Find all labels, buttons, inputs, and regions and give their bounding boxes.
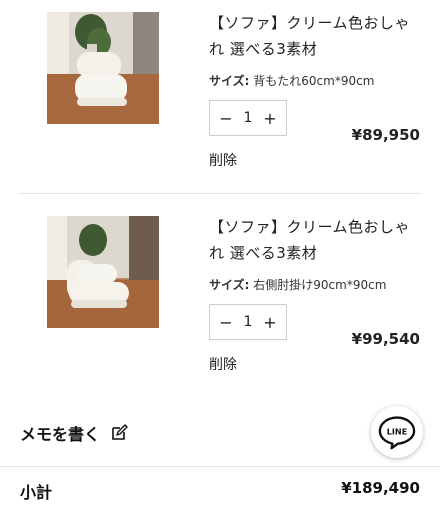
decrease-quantity-button[interactable]: − — [218, 313, 234, 332]
quantity-stepper: − 1 + — [209, 100, 287, 136]
remove-button[interactable]: 削除 — [209, 354, 237, 374]
sofa-backrest-photo — [47, 12, 159, 124]
increase-quantity-button[interactable]: + — [262, 313, 278, 332]
variant-label: サイズ: — [209, 278, 250, 292]
product-image[interactable] — [47, 216, 159, 328]
summary-divider — [0, 466, 440, 467]
product-title[interactable]: 【ソファ】クリーム色おしゃれ 選べる3素材 — [209, 214, 419, 266]
quantity-value[interactable]: 1 — [244, 314, 253, 330]
subtotal-value: ¥189,490 — [341, 479, 420, 497]
cart-item: 【ソファ】クリーム色おしゃれ 選べる3素材 サイズ: 右側肘掛け90cm*90c… — [0, 194, 440, 388]
variant-info: サイズ: 右側肘掛け90cm*90cm — [209, 276, 386, 293]
product-image[interactable] — [47, 12, 159, 124]
line-chat-icon: LINE — [378, 416, 416, 450]
product-title[interactable]: 【ソファ】クリーム色おしゃれ 選べる3素材 — [209, 10, 419, 62]
decrease-quantity-button[interactable]: − — [218, 109, 234, 128]
variant-label: サイズ: — [209, 74, 250, 88]
variant-value: 背もたれ60cm*90cm — [253, 74, 375, 88]
subtotal-label: 小計 — [20, 483, 53, 502]
variant-value: 右側肘掛け90cm*90cm — [253, 278, 387, 292]
edit-icon — [110, 424, 128, 442]
write-memo-button[interactable]: メモを書く — [20, 421, 128, 445]
remove-button[interactable]: 削除 — [209, 150, 237, 170]
item-price: ¥89,950 — [351, 126, 420, 144]
memo-label: メモを書く — [20, 425, 101, 444]
quantity-value[interactable]: 1 — [244, 110, 253, 126]
cart-item: 【ソファ】クリーム色おしゃれ 選べる3素材 サイズ: 背もたれ60cm*90cm… — [0, 0, 440, 194]
item-price: ¥99,540 — [351, 330, 420, 348]
line-label: LINE — [387, 427, 407, 437]
line-chat-button[interactable]: LINE — [371, 406, 423, 458]
quantity-stepper: − 1 + — [209, 304, 287, 340]
increase-quantity-button[interactable]: + — [262, 109, 278, 128]
sofa-armrest-photo — [47, 216, 159, 328]
variant-info: サイズ: 背もたれ60cm*90cm — [209, 72, 374, 89]
